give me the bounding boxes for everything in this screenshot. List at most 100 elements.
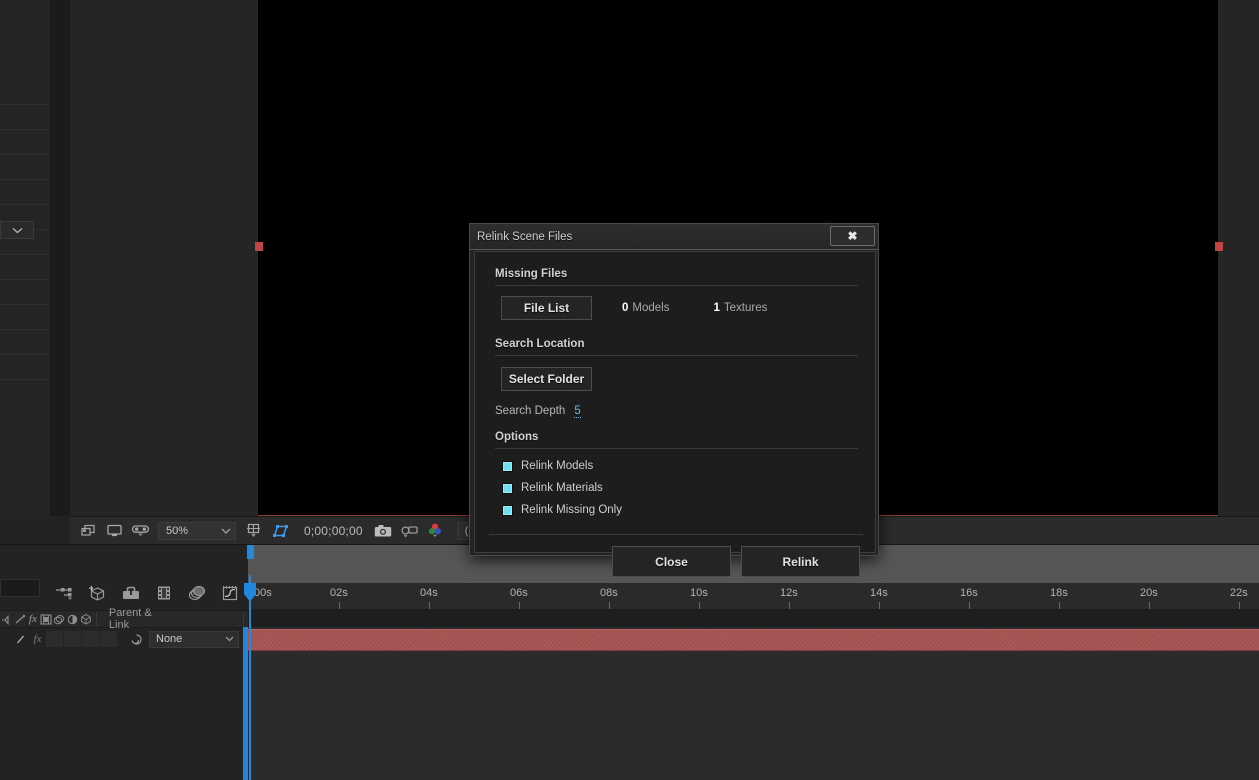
ruler-tick-label: 06s bbox=[510, 587, 528, 599]
parent-link-column-label: Parent & Link bbox=[108, 607, 152, 631]
playhead-marker-top[interactable] bbox=[247, 545, 254, 559]
ruler-tick-label: 22s bbox=[1230, 587, 1248, 599]
list-item[interactable] bbox=[0, 0, 50, 105]
zoom-level-select[interactable]: 50% bbox=[158, 521, 236, 540]
layers-stack-icon[interactable] bbox=[180, 579, 213, 607]
select-folder-button[interactable]: Select Folder bbox=[501, 367, 592, 391]
ruler-tick-label: 08s bbox=[600, 587, 618, 599]
show-channel-rgb-icon[interactable] bbox=[423, 520, 447, 542]
ruler-tick-label: 20s bbox=[1140, 587, 1158, 599]
toggle-view-layout-icon[interactable] bbox=[102, 520, 126, 542]
shy-icon[interactable] bbox=[13, 611, 26, 627]
chevron-down-icon bbox=[225, 633, 234, 645]
region-of-interest-icon[interactable] bbox=[242, 520, 266, 542]
graph-editor-curve-icon[interactable] bbox=[213, 579, 246, 607]
list-item[interactable] bbox=[0, 330, 50, 355]
dialog-title: Relink Scene Files bbox=[477, 230, 573, 243]
checkbox-row-relink-models[interactable]: Relink Models bbox=[502, 455, 875, 477]
list-item[interactable] bbox=[0, 305, 50, 330]
dialog-body: Missing Files File List 0 Models 1 Textu… bbox=[474, 251, 876, 577]
toggle-transparency-grid-icon[interactable] bbox=[76, 520, 100, 542]
dialog-titlebar[interactable]: Relink Scene Files ✖ bbox=[470, 224, 878, 250]
3d-renderer-icon[interactable] bbox=[81, 579, 114, 607]
comp-selection-handle-right[interactable] bbox=[1215, 242, 1223, 251]
show-snapshot-icon[interactable] bbox=[397, 520, 421, 542]
list-item[interactable] bbox=[0, 255, 50, 280]
list-item[interactable] bbox=[0, 280, 50, 305]
relink-scene-files-dialog: Relink Scene Files ✖ Missing Files File … bbox=[469, 223, 879, 577]
chevron-down-icon bbox=[12, 227, 23, 234]
project-panel-dropdown[interactable] bbox=[0, 221, 34, 239]
ruler-lower-band bbox=[248, 609, 1259, 628]
footage-film-icon[interactable] bbox=[147, 579, 180, 607]
layer-fx-toggle[interactable]: fx bbox=[29, 631, 46, 647]
comp-selection-handle-left[interactable] bbox=[255, 242, 263, 251]
layer-solo-slash-icon[interactable] bbox=[12, 631, 29, 647]
timeline-layer-row[interactable]: fx None bbox=[0, 629, 248, 649]
panel-divider bbox=[50, 0, 70, 516]
textures-label: Textures bbox=[723, 302, 768, 314]
checkbox-label: Relink Missing Only bbox=[521, 504, 622, 516]
layer-switch-cell[interactable] bbox=[82, 631, 99, 647]
search-depth-value[interactable]: 5 bbox=[574, 405, 581, 418]
divider bbox=[495, 285, 858, 286]
list-item[interactable] bbox=[0, 105, 50, 130]
close-icon[interactable]: ✖ bbox=[830, 226, 875, 246]
models-count: 0 bbox=[622, 302, 629, 314]
relink-button[interactable]: Relink bbox=[741, 546, 860, 577]
viewer-timecode[interactable]: 0;00;00;00 bbox=[304, 524, 363, 538]
textures-count: 1 bbox=[713, 302, 720, 314]
list-item[interactable] bbox=[0, 155, 50, 180]
frame-blend-icon[interactable] bbox=[39, 611, 52, 627]
ruler-tick-label: 04s bbox=[420, 587, 438, 599]
checkbox-label: Relink Models bbox=[521, 460, 594, 472]
3d-view-glasses-icon[interactable] bbox=[128, 520, 152, 542]
after-effects-window: 50% 0;00;00;00 00s 02s 04s 06s 08s 10s 1… bbox=[0, 0, 1259, 780]
checkbox-icon[interactable] bbox=[502, 504, 513, 516]
options-heading: Options bbox=[495, 431, 539, 443]
layer-switch-cell[interactable] bbox=[46, 631, 63, 647]
checkbox-label: Relink Materials bbox=[521, 482, 603, 494]
toggle-mask-paths-icon[interactable] bbox=[268, 520, 292, 542]
timeline-column-header: fx Parent & Link bbox=[0, 607, 248, 631]
divider bbox=[489, 534, 863, 535]
timeline-graph-area[interactable] bbox=[248, 627, 1259, 780]
list-item[interactable] bbox=[0, 180, 50, 205]
parent-link-value: None bbox=[156, 633, 183, 645]
adjustment-layer-icon[interactable] bbox=[66, 611, 79, 627]
effects-fx-icon[interactable]: fx bbox=[26, 611, 39, 627]
checkbox-icon[interactable] bbox=[502, 460, 513, 472]
search-location-heading: Search Location bbox=[495, 338, 585, 350]
chevron-down-icon bbox=[221, 525, 231, 537]
project-panel bbox=[0, 0, 51, 516]
parent-pickwhip-icon[interactable] bbox=[128, 631, 145, 647]
timeline-toolbar bbox=[0, 577, 248, 609]
checkbox-row-relink-materials[interactable]: Relink Materials bbox=[502, 477, 875, 499]
graph-editor-motion-icon[interactable] bbox=[48, 579, 81, 607]
missing-files-heading: Missing Files bbox=[495, 268, 568, 280]
ruler-tick-label: 02s bbox=[330, 587, 348, 599]
search-depth-row: Search Depth 5 bbox=[495, 405, 875, 418]
layer-duration-bar[interactable] bbox=[248, 629, 1259, 651]
motion-blur-icon[interactable] bbox=[53, 611, 66, 627]
checkbox-icon[interactable] bbox=[502, 482, 513, 494]
list-item[interactable] bbox=[0, 130, 50, 155]
time-ruler[interactable]: 00s 02s 04s 06s 08s 10s 12s 14s 16s 18s … bbox=[248, 583, 1259, 610]
parent-link-dropdown[interactable]: None bbox=[149, 630, 239, 648]
list-item[interactable] bbox=[0, 355, 50, 380]
audio-icon[interactable] bbox=[0, 611, 13, 627]
ruler-tick-label: 10s bbox=[690, 587, 708, 599]
checkbox-row-relink-missing-only[interactable]: Relink Missing Only bbox=[502, 499, 875, 521]
toolbox-icon[interactable] bbox=[114, 579, 147, 607]
zoom-level-value: 50% bbox=[166, 524, 189, 537]
layer-switch-cell[interactable] bbox=[100, 631, 117, 647]
search-depth-label: Search Depth bbox=[495, 405, 566, 417]
ruler-tick-label: 18s bbox=[1050, 587, 1068, 599]
3d-layer-icon[interactable] bbox=[79, 611, 92, 627]
ruler-tick-label: 16s bbox=[960, 587, 978, 599]
divider bbox=[495, 355, 858, 356]
file-list-button[interactable]: File List bbox=[501, 296, 592, 320]
take-snapshot-camera-icon[interactable] bbox=[371, 520, 395, 542]
layer-switch-cell[interactable] bbox=[64, 631, 81, 647]
close-button[interactable]: Close bbox=[612, 546, 731, 577]
